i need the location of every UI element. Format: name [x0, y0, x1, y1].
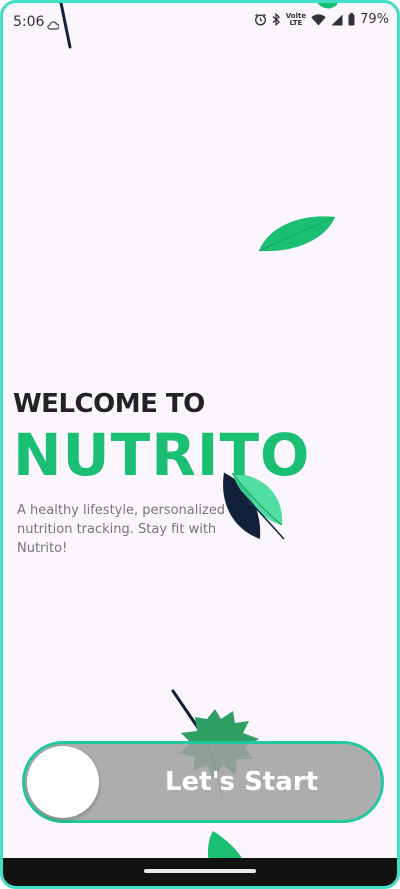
wifi-icon: [311, 13, 326, 26]
alarm-icon: [254, 13, 267, 26]
status-time: 5:06: [13, 14, 45, 30]
system-nav-bar: [3, 858, 397, 886]
lets-start-label: Let's Start: [164, 767, 319, 797]
battery-percent: 79%: [360, 12, 389, 27]
brand-title: NUTRITO: [13, 421, 311, 489]
signal-icon: [331, 14, 343, 26]
home-gesture-pill[interactable]: [144, 869, 256, 873]
slider-knob[interactable]: [27, 746, 99, 818]
leaf-top-right-edge: [317, 3, 337, 9]
status-icons: Volte LTE 79%: [254, 12, 389, 27]
falling-leaf-green: [258, 216, 336, 252]
network-type-label: Volte LTE: [285, 11, 307, 27]
battery-icon: [348, 13, 355, 26]
falling-leaf-stem: [59, 3, 72, 49]
tagline-text: A healthy lifestyle, personalized nutrit…: [17, 503, 226, 556]
welcome-heading: WELCOME TO: [13, 389, 205, 419]
phone-screen: 5:06 Volte LTE 79% WELCOME TO NUTRITO A …: [0, 0, 400, 889]
bluetooth-icon: [272, 13, 281, 26]
lets-start-slider[interactable]: Let's Start: [22, 741, 384, 823]
